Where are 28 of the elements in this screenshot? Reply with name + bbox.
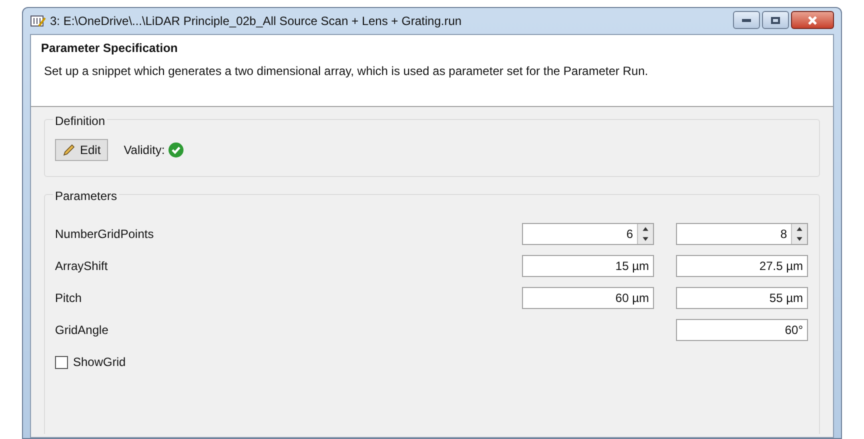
parameter-label: ArrayShift [55,258,108,275]
input-field[interactable]: 15 µm [522,255,654,277]
number-spinner[interactable]: 8 [676,223,808,245]
checkbox-label: ShowGrid [73,354,126,371]
maximize-button[interactable] [762,11,789,29]
header-description: Set up a snippet which generates a two dimensional array, which is used as parameter set for the Parameter Run. [43,63,650,80]
validity-label: Validity: [124,142,165,159]
input-field[interactable]: 60 µm [522,287,654,309]
close-icon [807,16,818,24]
app-icon [30,14,46,28]
window-title: 3: E:\OneDrive\...\LiDAR Principle_02b_All Source Scan + Lens + Grating.run [50,13,462,30]
edit-button[interactable]: Edit [55,139,108,161]
parameter-label: NumberGridPoints [55,226,154,243]
spin-buttons[interactable] [637,224,653,244]
input-field[interactable]: 27.5 µm [676,255,808,277]
number-field[interactable]: 8 [677,224,791,244]
spin-buttons[interactable] [791,224,807,244]
input-field[interactable]: 55 µm [676,287,808,309]
input-field[interactable]: 60° [676,319,808,341]
parameter-label: GridAngle [55,322,108,339]
close-button[interactable] [791,11,834,29]
header-title: Parameter Specification [41,40,179,57]
parameter-label: Pitch [55,290,82,307]
number-field[interactable]: 6 [523,224,637,244]
pencil-icon [62,143,76,157]
checkbox[interactable] [55,356,68,368]
minimize-button[interactable] [733,11,760,29]
number-spinner[interactable]: 6 [522,223,654,245]
